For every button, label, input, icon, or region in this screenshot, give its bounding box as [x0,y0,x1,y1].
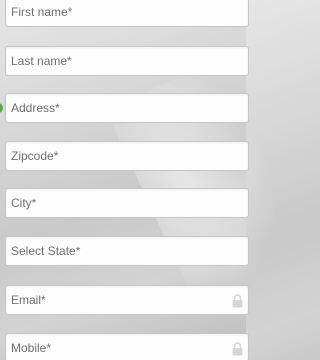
last-name-field[interactable]: Last name* [5,46,249,76]
mobile-input[interactable] [6,334,248,360]
mobile-field[interactable]: Mobile* [5,333,249,360]
zipcode-field[interactable]: Zipcode* [5,141,249,171]
lock-icon [232,342,243,356]
zipcode-input[interactable] [6,142,248,170]
city-field[interactable]: City* [5,188,249,218]
first-name-input[interactable] [6,0,248,26]
address-valid-indicator [0,103,3,113]
first-name-field[interactable]: First name* [5,0,249,27]
email-field[interactable]: Email* [5,285,249,315]
address-field[interactable]: Address* [5,93,249,123]
last-name-input[interactable] [6,47,248,75]
address-input[interactable] [6,94,248,122]
state-placeholder: Select State* [11,244,81,258]
state-select[interactable]: Select State* [5,236,249,266]
email-input[interactable] [6,286,248,314]
address-form: First name* Last name* Address* Zipcode*… [0,0,249,360]
city-input[interactable] [6,189,248,217]
lock-icon [232,294,243,308]
